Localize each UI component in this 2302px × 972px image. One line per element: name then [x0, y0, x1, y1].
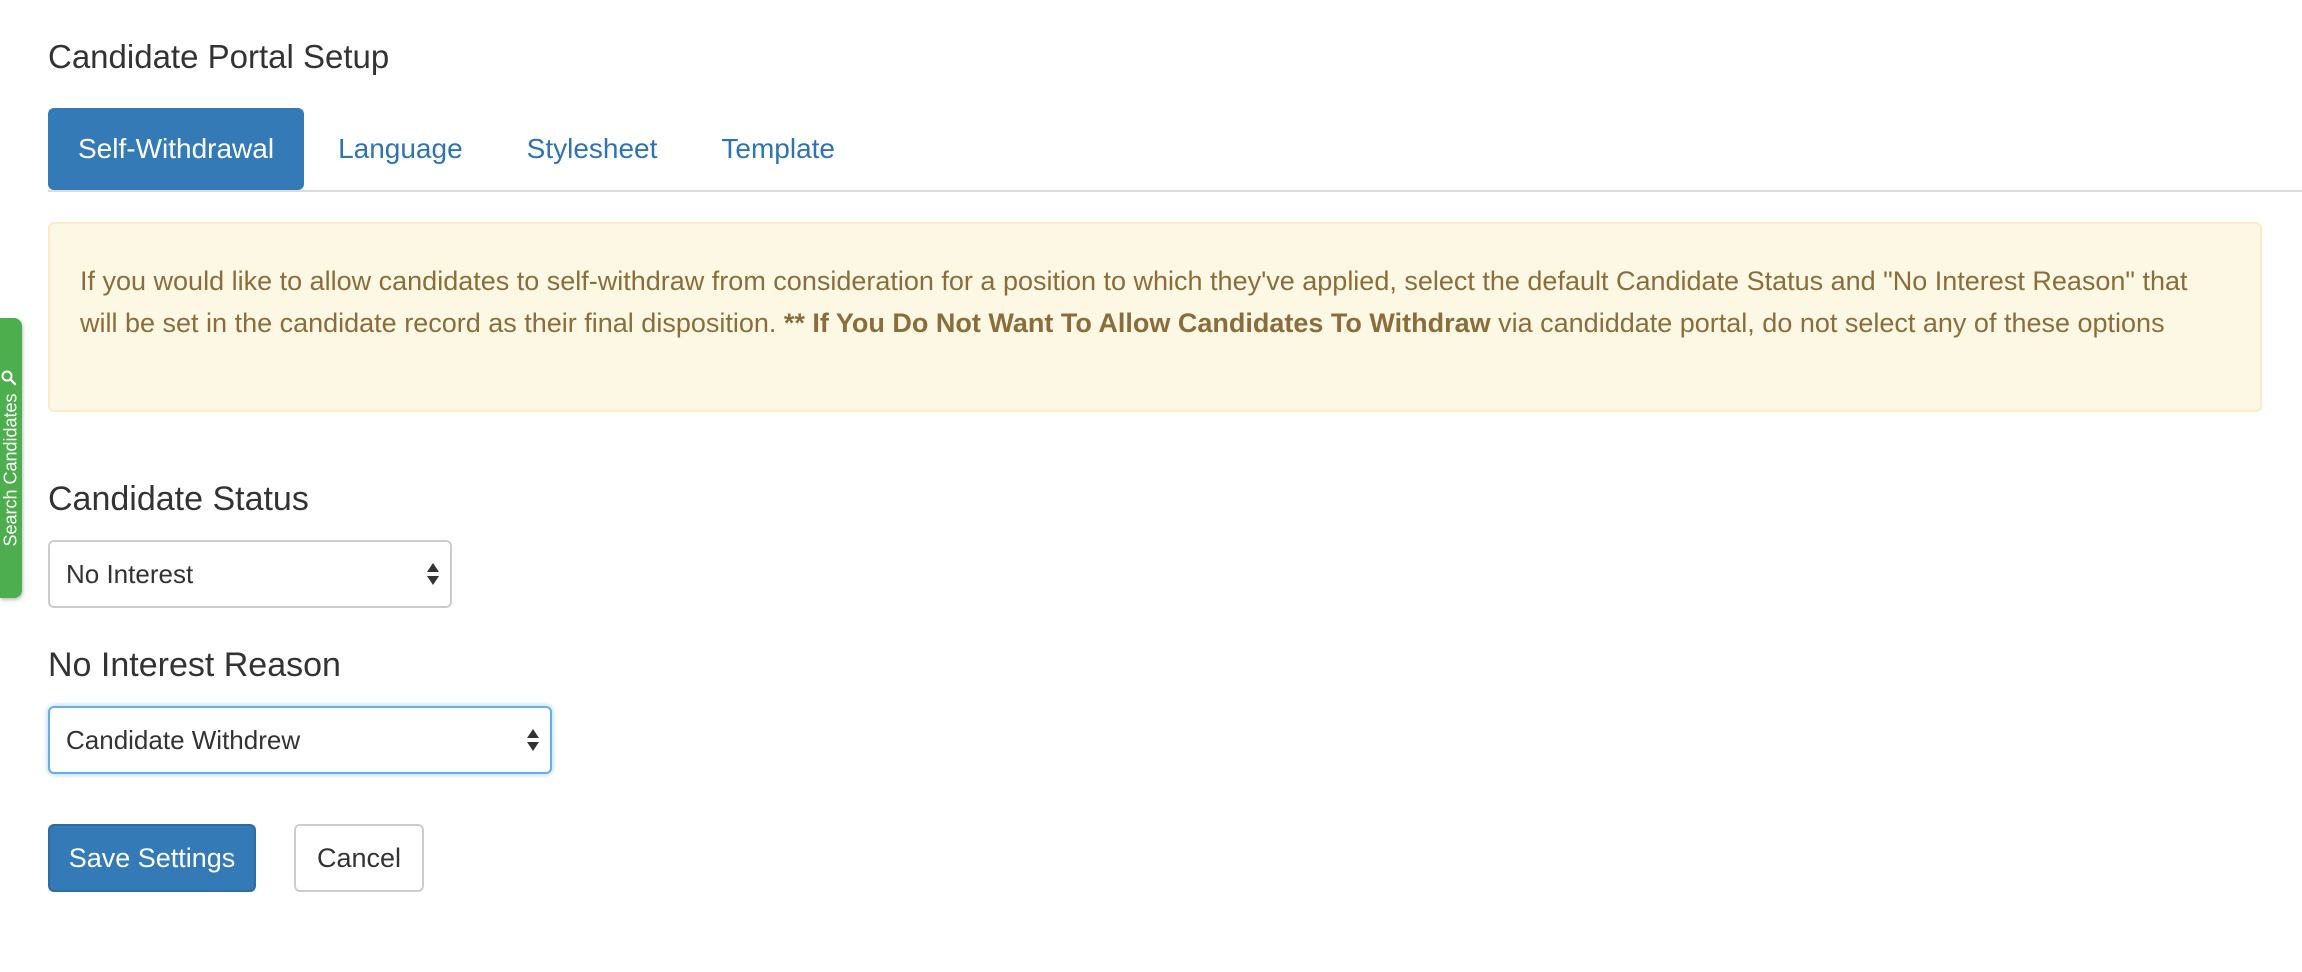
alert-text-end: via candiddate portal, do not select any…	[1490, 308, 2165, 338]
no-interest-reason-label: No Interest Reason	[48, 646, 341, 684]
info-alert: If you would like to allow candidates to…	[48, 222, 2262, 412]
tab-language[interactable]: Language	[308, 108, 493, 190]
search-candidates-tab[interactable]: Search Candidates	[0, 318, 22, 598]
tab-template[interactable]: Template	[691, 108, 865, 190]
search-icon	[1, 369, 22, 386]
alert-bold-text: ** If You Do Not Want To Allow Candidate…	[783, 308, 1491, 338]
settings-tabs: Self-Withdrawal Language Stylesheet Temp…	[48, 108, 2302, 192]
candidate-status-label: Candidate Status	[48, 480, 309, 518]
select-arrows-icon	[426, 560, 440, 588]
candidate-status-value: No Interest	[66, 558, 194, 589]
cancel-button[interactable]: Cancel	[294, 824, 424, 892]
search-candidates-tab-content: Search Candidates	[0, 369, 22, 547]
page: Search Candidates Candidate Portal Setup…	[0, 0, 2302, 972]
search-candidates-label: Search Candidates	[0, 393, 21, 547]
select-arrows-icon	[526, 726, 540, 754]
tab-stylesheet[interactable]: Stylesheet	[497, 108, 688, 190]
tab-self-withdrawal[interactable]: Self-Withdrawal	[48, 108, 305, 190]
save-settings-button[interactable]: Save Settings	[48, 824, 256, 892]
page-title: Candidate Portal Setup	[48, 38, 390, 75]
candidate-status-select[interactable]: No Interest	[48, 540, 452, 608]
no-interest-reason-select[interactable]: Candidate Withdrew	[48, 706, 552, 774]
no-interest-reason-value: Candidate Withdrew	[66, 724, 301, 755]
